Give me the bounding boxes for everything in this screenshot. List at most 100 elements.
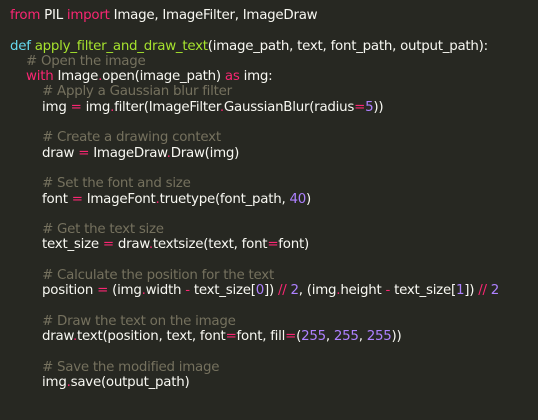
code-line: draw.text(position, text, font=font, fil… <box>10 329 538 344</box>
number-token: 0 <box>255 283 265 299</box>
code-line: position = (img.width - text_size[0]) //… <box>10 283 538 298</box>
operator-token: = <box>285 329 297 345</box>
code-text-token: img <box>10 99 71 115</box>
code-line: # Create a drawing context <box>10 130 538 145</box>
code-text-token: Draw(img) <box>170 145 240 161</box>
code-line: draw = ImageDraw.Draw(img) <box>10 146 538 161</box>
code-text-token: text_size[ <box>189 283 256 299</box>
code-text-token: img: <box>239 69 273 85</box>
code-line: # Get the text size <box>10 222 538 237</box>
code-text-token: ImageDraw <box>89 145 167 161</box>
code-text-token: , <box>325 329 334 345</box>
operator-token: // <box>478 283 487 299</box>
code-text-token: ]) <box>263 283 278 299</box>
operator-token: = <box>97 283 109 299</box>
comment-token: # Create a drawing context <box>42 130 221 146</box>
code-text-token: Image <box>53 69 99 85</box>
code-line: # Apply a Gaussian blur filter <box>10 84 538 99</box>
keyword-token: import <box>66 8 110 23</box>
def-keyword-token: def <box>10 38 31 54</box>
code-text-token: font, fill <box>236 329 286 345</box>
code-line: img.save(output_path) <box>10 375 538 390</box>
code-text-token: text(position, text, font <box>77 329 226 345</box>
comment-token: # Draw the text on the image <box>42 313 236 329</box>
operator-token: = <box>70 99 82 115</box>
code-text-token: font <box>10 191 72 207</box>
code-line: with Image.open(image_path) as img: <box>10 69 538 84</box>
code-text-token: truetype(font_path, <box>159 191 290 207</box>
code-text-token: draw <box>10 329 73 345</box>
code-text-token: font) <box>278 237 309 253</box>
code-text-token: (image_path, text, font_path, output_pat… <box>207 38 488 54</box>
code-text-token: (img <box>108 283 142 299</box>
code-text-token: position <box>10 283 98 299</box>
code-text-token: width <box>145 283 186 299</box>
keyword-token: from <box>10 8 41 23</box>
keyword-token: with <box>26 69 54 85</box>
comment-token: # Set the font and size <box>42 176 191 192</box>
code-line: from PIL import Image, ImageFilter, Imag… <box>10 8 538 23</box>
code-line: text_size = draw.textsize(text, font=fon… <box>10 237 538 252</box>
operator-token: = <box>71 191 83 207</box>
comment-token: # Calculate the position for the text <box>42 268 274 284</box>
code-editor[interactable]: from PIL import Image, ImageFilter, Imag… <box>0 0 538 420</box>
code-line: # Save the modified image <box>10 360 538 375</box>
code-text-token: ]) <box>464 283 479 299</box>
comment-token: # Get the text size <box>42 222 164 238</box>
code-text-token: , (img <box>298 283 337 299</box>
code-text-token: text_size[ <box>390 283 456 299</box>
operator-token: = <box>78 145 90 161</box>
code-text-token: ImageFont <box>82 191 156 207</box>
code-line: img = img.filter(ImageFilter.GaussianBlu… <box>10 100 538 115</box>
code-text-token: , <box>358 329 367 345</box>
code-text-token: ) <box>306 191 312 207</box>
operator-token: = <box>354 99 366 115</box>
code-text-token: Image, ImageFilter, ImageDraw <box>109 8 318 23</box>
number-token: 2 <box>490 283 500 299</box>
number-token: 40 <box>289 191 307 207</box>
code-text-token: img <box>81 99 111 115</box>
operator-token: = <box>102 237 114 253</box>
code-line: def apply_filter_and_draw_text(image_pat… <box>10 39 538 54</box>
code-text-token: filter(ImageFilter <box>114 99 220 115</box>
code-text-token: img <box>10 375 67 391</box>
code-text-token: GaussianBlur(radius <box>223 99 355 115</box>
number-token: 1 <box>455 283 465 299</box>
code-text-token: )) <box>391 329 402 345</box>
operator-token: = <box>267 237 279 253</box>
code-line: font = ImageFont.truetype(font_path, 40) <box>10 192 538 207</box>
code-line: # Set the font and size <box>10 176 538 191</box>
comment-token: # Save the modified image <box>42 359 220 375</box>
code-line: # Draw the text on the image <box>10 314 538 329</box>
code-text-token: )) <box>373 99 384 115</box>
function-name-token: apply_filter_and_draw_text <box>34 38 208 54</box>
number-token: 255 <box>301 329 326 345</box>
number-token: 255 <box>333 329 359 345</box>
code-text-token: textsize(text, font <box>152 237 268 253</box>
comment-token: # Open the image <box>26 53 146 69</box>
code-line: # Calculate the position for the text <box>10 268 538 283</box>
code-text-token: text_size <box>10 237 103 253</box>
number-token: 2 <box>290 283 300 299</box>
code-text-token: height <box>340 283 386 299</box>
code-text-token: draw <box>113 237 149 253</box>
keyword-token: as <box>224 69 240 85</box>
code-line: # Open the image <box>10 54 538 69</box>
number-token: 255 <box>366 329 392 345</box>
